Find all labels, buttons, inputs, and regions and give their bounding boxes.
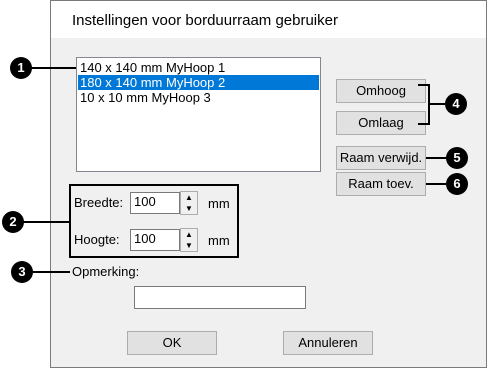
delete-hoop-button[interactable]: Raam verwijd. <box>336 146 426 170</box>
ok-button[interactable]: OK <box>127 331 217 355</box>
height-unit: mm <box>208 233 230 248</box>
width-spinner[interactable]: ▲ ▼ <box>180 191 198 215</box>
callout-line-4 <box>430 103 445 105</box>
callout-bracket-bottom <box>418 123 430 125</box>
height-label: Hoogte: <box>74 232 120 247</box>
width-unit: mm <box>208 196 230 211</box>
width-label: Breedte: <box>74 195 124 210</box>
callout-line-1 <box>30 67 76 69</box>
list-item-selected[interactable]: 180 x 140 mm MyHoop 2 <box>78 75 319 90</box>
move-down-button[interactable]: Omlaag <box>336 111 426 135</box>
comment-label: Opmerking: <box>72 264 140 279</box>
cancel-button[interactable]: Annuleren <box>283 331 373 355</box>
hoop-listbox[interactable]: 140 x 140 mm MyHoop 1 180 x 140 mm MyHoo… <box>76 57 321 172</box>
callout-badge-3: 3 <box>11 261 33 283</box>
callout-badge-4: 4 <box>445 93 467 115</box>
callout-line-6 <box>426 183 446 185</box>
callout-badge-1: 1 <box>10 57 32 79</box>
add-hoop-button[interactable]: Raam toev. <box>336 172 426 196</box>
height-field[interactable]: 100 <box>130 229 180 251</box>
spin-up-icon[interactable]: ▲ <box>181 192 197 203</box>
spin-down-icon[interactable]: ▼ <box>181 240 197 251</box>
list-item[interactable]: 10 x 10 mm MyHoop 3 <box>78 90 319 105</box>
spin-down-icon[interactable]: ▼ <box>181 203 197 214</box>
callout-line-2 <box>22 221 69 223</box>
callout-badge-6: 6 <box>446 173 468 195</box>
dialog-title: Instellingen voor borduurraam gebruiker <box>72 12 338 29</box>
height-spinner[interactable]: ▲ ▼ <box>180 228 198 252</box>
spin-up-icon[interactable]: ▲ <box>181 229 197 240</box>
callout-badge-2: 2 <box>2 211 24 233</box>
move-up-button[interactable]: Omhoog <box>336 79 426 103</box>
callout-line-5 <box>426 157 446 159</box>
comment-field[interactable] <box>134 286 306 309</box>
width-field[interactable]: 100 <box>130 192 180 214</box>
list-item[interactable]: 140 x 140 mm MyHoop 1 <box>78 60 319 75</box>
callout-badge-5: 5 <box>446 147 468 169</box>
callout-line-3 <box>33 271 70 273</box>
